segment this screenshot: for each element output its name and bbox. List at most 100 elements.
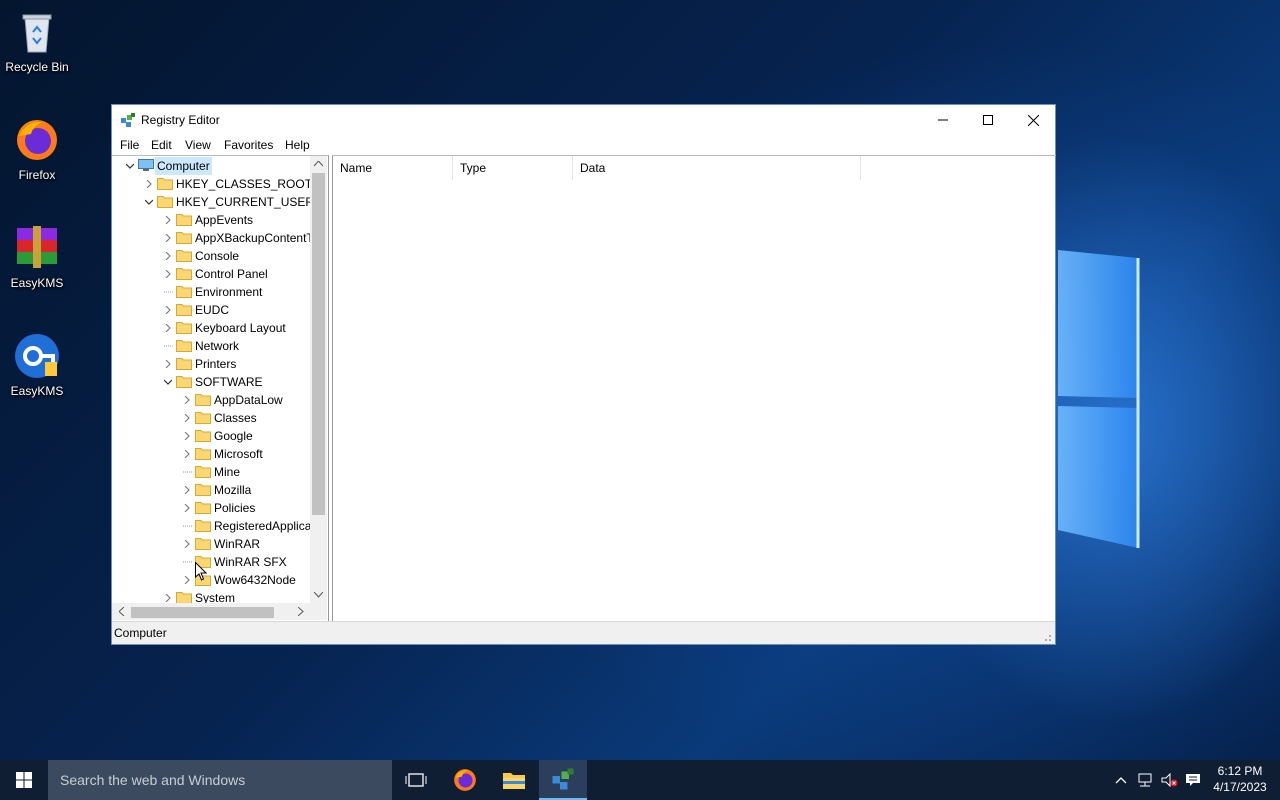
chevron-right-icon[interactable] (145, 180, 153, 188)
tree-node[interactable]: Microsoft (112, 445, 312, 463)
column-header-data[interactable]: Data (573, 156, 861, 180)
desktop-icon-easykms-winrar[interactable]: EasyKMS (0, 224, 74, 290)
taskbar-firefox-button[interactable] (441, 760, 489, 800)
close-button[interactable] (1010, 105, 1056, 135)
tree-node[interactable]: EUDC (112, 301, 312, 319)
chevron-right-icon[interactable] (164, 594, 172, 602)
tree-node[interactable]: Console (112, 247, 312, 265)
maximize-button[interactable] (965, 105, 1011, 135)
folder-icon (195, 394, 211, 406)
tree-node[interactable]: WinRAR SFX (112, 553, 312, 571)
registry-editor-icon (121, 113, 135, 127)
start-button[interactable] (0, 760, 48, 800)
search-input[interactable] (48, 760, 392, 800)
values-list[interactable]: Name Type Data (332, 155, 1056, 623)
menu-file[interactable]: File (120, 138, 139, 152)
registry-editor-window: Registry Editor File Edit View Favorites… (111, 104, 1056, 645)
resize-grip-icon[interactable] (1042, 632, 1052, 642)
chevron-right-icon[interactable] (183, 432, 191, 440)
folder-icon (195, 484, 211, 496)
chevron-right-icon[interactable] (164, 270, 172, 278)
tree-node[interactable]: Computer (112, 157, 312, 175)
chevron-right-icon[interactable] (183, 450, 191, 458)
registry-tree[interactable]: Computer HKEY_CLASSES_ROOT HKEY_CURRENT_US… (112, 155, 329, 623)
column-header-name[interactable]: Name (333, 156, 453, 180)
menu-favorites[interactable]: Favorites (224, 138, 273, 152)
tree-node-label: AppXBackupContentT (195, 231, 314, 245)
folder-icon (503, 773, 525, 789)
tree-node[interactable]: Keyboard Layout (112, 319, 312, 337)
tree-node[interactable]: Classes (112, 409, 312, 427)
minimize-button[interactable] (920, 105, 966, 135)
tree-node-label: Mine (214, 465, 241, 479)
tree-node[interactable]: Mozilla (112, 481, 312, 499)
desktop-icon-label: EasyKMS (10, 384, 64, 398)
tree-node[interactable]: Printers (112, 355, 312, 373)
chevron-right-icon[interactable] (164, 306, 172, 314)
tree-node[interactable]: RegisteredApplica (112, 517, 312, 535)
chevron-right-icon[interactable] (164, 252, 172, 260)
tree-node[interactable]: AppEvents (112, 211, 312, 229)
tree-node[interactable]: Policies (112, 499, 312, 517)
tree-vertical-scroll-thumb[interactable] (312, 173, 325, 515)
chevron-right-icon[interactable] (164, 234, 172, 242)
tree-node[interactable]: Network (112, 337, 312, 355)
folder-icon (176, 268, 192, 280)
tray-volume-button[interactable] (1157, 760, 1181, 800)
tray-show-hidden-button[interactable] (1109, 760, 1133, 800)
scroll-left-icon[interactable] (119, 607, 125, 616)
scroll-down-icon[interactable] (314, 592, 323, 598)
tray-action-center-button[interactable] (1181, 760, 1205, 800)
taskbar-registry-editor-button[interactable] (539, 760, 587, 800)
menu-help[interactable]: Help (285, 138, 310, 152)
desktop-icon-recycle-bin[interactable]: Recycle Bin (0, 8, 74, 74)
menu-edit[interactable]: Edit (151, 138, 172, 152)
column-header-type[interactable]: Type (453, 156, 573, 180)
tree-node-label: WinRAR SFX (214, 555, 287, 569)
tree-node[interactable]: AppXBackupContentT (112, 229, 314, 247)
desktop-icon-label: Firefox (18, 168, 56, 182)
chevron-right-icon[interactable] (164, 360, 172, 368)
taskbar-clock[interactable]: 6:12 PM 4/17/2023 (1208, 763, 1272, 795)
tree-connector (183, 525, 193, 527)
tree-node[interactable]: Google (112, 427, 312, 445)
tree-node-label: SOFTWARE (195, 375, 263, 389)
tree-node-label: Environment (195, 285, 263, 299)
tree-node[interactable]: AppDataLow (112, 391, 312, 409)
taskbar-search-box[interactable] (48, 760, 392, 800)
chevron-right-icon[interactable] (183, 414, 191, 422)
tree-node[interactable]: Wow6432Node (112, 571, 312, 589)
taskbar-file-explorer-button[interactable] (490, 760, 538, 800)
tree-node-label: AppDataLow (214, 393, 283, 407)
task-view-button[interactable] (392, 760, 440, 800)
chevron-down-icon[interactable] (145, 198, 153, 206)
tree-node[interactable]: Mine (112, 463, 312, 481)
chevron-right-icon[interactable] (164, 324, 172, 332)
tree-node[interactable]: HKEY_CURRENT_USER (112, 193, 314, 211)
chevron-right-icon[interactable] (183, 540, 191, 548)
chevron-right-icon[interactable] (183, 396, 191, 404)
folder-icon (195, 448, 211, 460)
tree-node[interactable]: HKEY_CLASSES_ROOT (112, 175, 312, 193)
tree-node-label: Network (195, 339, 240, 353)
tray-network-button[interactable] (1133, 760, 1157, 800)
desktop-icon-easykms[interactable]: EasyKMS (0, 332, 74, 398)
folder-icon (176, 214, 192, 226)
scroll-up-icon[interactable] (314, 161, 323, 167)
menu-view[interactable]: View (185, 138, 211, 152)
tree-node[interactable]: SOFTWARE (112, 373, 312, 391)
tree-node[interactable]: Environment (112, 283, 312, 301)
chevron-right-icon[interactable] (183, 504, 191, 512)
chevron-right-icon[interactable] (183, 486, 191, 494)
chevron-right-icon[interactable] (164, 216, 172, 224)
chevron-right-icon[interactable] (183, 576, 191, 584)
title-bar[interactable]: Registry Editor (112, 105, 1055, 135)
chevron-down-icon[interactable] (126, 162, 134, 170)
tree-node[interactable]: WinRAR (112, 535, 312, 553)
chevron-down-icon[interactable] (164, 378, 172, 386)
tree-horizontal-scroll-thumb[interactable] (131, 607, 274, 618)
scroll-right-icon[interactable] (298, 607, 304, 616)
desktop-icon-firefox[interactable]: Firefox (0, 116, 74, 182)
windows-logo-wallpaper (1058, 250, 1140, 548)
tree-node[interactable]: Control Panel (112, 265, 312, 283)
